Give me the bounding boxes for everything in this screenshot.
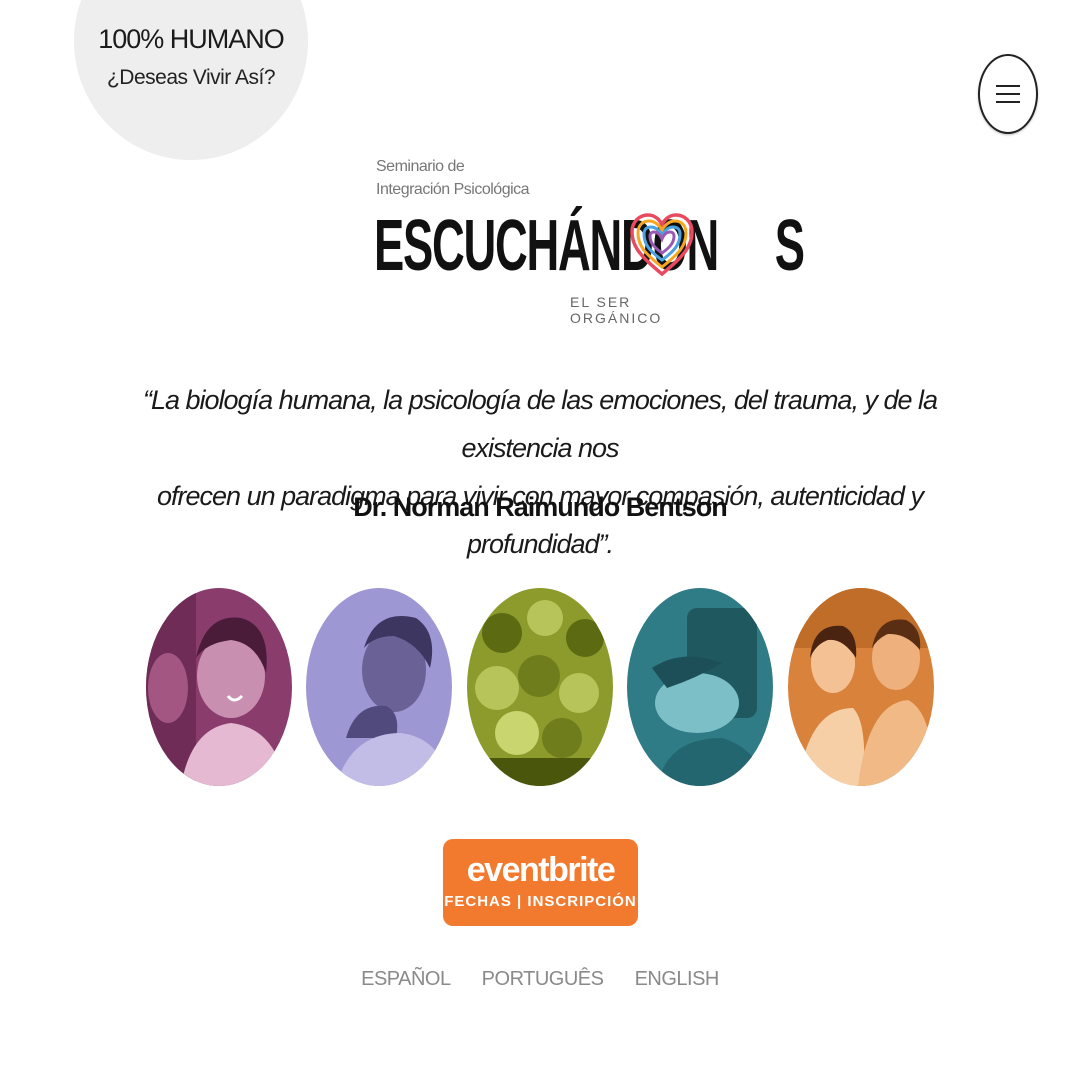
logo-tagline: EL SER ORGÁNICO [570,294,663,326]
logo-wordmark: ESCUCHÁNDON S [374,206,805,286]
badge-subtitle: ¿Deseas Vivir Así? [106,66,276,89]
man-thinking-photo [306,588,452,786]
menu-button[interactable] [978,54,1038,134]
woman-lying-photo [627,588,773,786]
hamburger-icon [996,85,1020,103]
logo-wordmark-right: S [774,206,805,286]
logo-subtitle-line1: Seminario de [376,158,465,175]
group-friends-photo [467,588,613,786]
cta-label: FECHAS | INSCRIPCIÓN [444,893,637,910]
language-selector: ESPAÑOL PORTUGUÊS ENGLISH [0,968,1080,991]
language-link-es[interactable]: ESPAÑOL [361,968,451,990]
quote-line-1: “La biología humana, la psicología de la… [142,385,938,463]
photo-row [146,588,934,788]
rainbow-heart-icon [630,213,694,277]
quote-text: “La biología humana, la psicología de la… [100,376,980,568]
badge-title: 100% HUMANO [98,24,285,54]
language-link-pt[interactable]: PORTUGUÊS [482,968,604,990]
quote-author: Dr. Norman Raimundo Bentson [353,492,728,522]
eventbrite-registration-button[interactable]: eventbrite FECHAS | INSCRIPCIÓN [443,839,638,926]
logo-subtitle-line2: Integración Psicológica [376,181,530,198]
language-link-en[interactable]: ENGLISH [635,968,720,990]
woman-smiling-photo [146,588,292,786]
eventbrite-logo: eventbrite [466,851,616,889]
couple-photo [788,588,934,786]
site-logo[interactable]: Seminario de Integración Psicológica ESC… [374,156,805,326]
